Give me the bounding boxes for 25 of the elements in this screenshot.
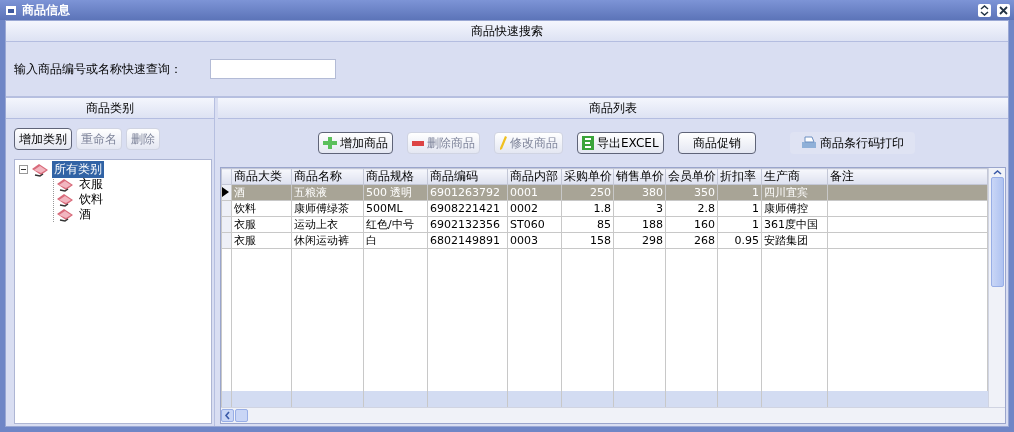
tree-item[interactable]: 所有类别 [52, 161, 104, 178]
column-header[interactable]: 折扣率 [717, 168, 762, 185]
column-header[interactable]: 采购单价 [561, 168, 614, 185]
category-button[interactable]: 增加类别 [14, 128, 72, 150]
toolbar-button[interactable]: 导出EXCEL [577, 132, 664, 154]
column-header[interactable]: 商品大类 [231, 168, 292, 185]
column-header[interactable]: 销售单价 [613, 168, 666, 185]
product-list-header: 商品列表 [218, 98, 1008, 119]
column-header[interactable]: 备注 [827, 168, 988, 185]
column-header[interactable]: 商品规格 [363, 168, 428, 185]
tree-item[interactable]: 酒 [77, 206, 93, 223]
category-header: 商品类别 [6, 98, 214, 119]
column-header[interactable]: 商品编码 [427, 168, 508, 185]
column-header[interactable]: 会员单价 [665, 168, 718, 185]
toolbar-button[interactable]: 商品促销 [677, 132, 756, 154]
column-header[interactable]: 商品内部 [507, 168, 562, 185]
column-header[interactable]: 生产商 [761, 168, 828, 185]
column-header[interactable]: 商品名称 [291, 168, 364, 185]
toolbar-button[interactable]: 商品条行码打印 [789, 132, 915, 154]
search-header: 商品快速搜索 [6, 21, 1008, 42]
toolbar-button[interactable]: 增加商品 [318, 132, 393, 154]
tree-item[interactable]: 衣服 [77, 176, 105, 193]
search-label: 输入商品编号或名称快速查询： [14, 60, 182, 78]
tree-item[interactable]: 饮料 [77, 191, 105, 208]
window-title: 商品信息 [22, 1, 71, 19]
